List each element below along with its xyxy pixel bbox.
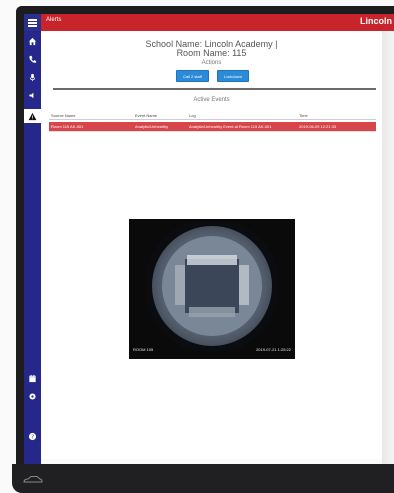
camera-room-label: ROOM 105	[133, 347, 154, 352]
alert-triangle-icon	[28, 112, 37, 120]
events-title: Active Events	[193, 97, 230, 103]
section-divider	[53, 88, 376, 90]
sidebar-item-alerts[interactable]	[24, 109, 41, 123]
svg-text:?: ?	[31, 434, 34, 440]
camera-feed[interactable]: ROOM 105 2019-07-21 1:25:22	[129, 219, 295, 359]
page-title: Alerts	[46, 17, 62, 23]
sidebar-item-home[interactable]	[24, 34, 41, 48]
brand-name: Lincoln	[360, 16, 392, 26]
event-time: 2019-06-09 12:21:33	[299, 124, 337, 129]
lockdown-button[interactable]: Lockdown	[217, 70, 249, 82]
event-name: Analytic/Unhealthy	[135, 124, 169, 129]
device-frame-left	[16, 6, 24, 466]
help-icon: ?	[28, 432, 37, 440]
sidebar-item-microphone[interactable]	[24, 70, 41, 84]
fisheye-camera-image	[144, 219, 280, 354]
camera-timestamp: 2019-07-21 1:25:22	[256, 347, 291, 352]
sidebar-item-settings[interactable]	[24, 389, 41, 403]
sidebar-item-help[interactable]: ?	[24, 429, 41, 443]
column-header-log: Log	[189, 113, 196, 118]
content-edge	[382, 31, 394, 465]
table-header-rule	[49, 119, 376, 120]
app-header: Alerts Lincoln	[24, 14, 394, 31]
call-staff-button[interactable]: Call 2 staff	[176, 70, 209, 82]
row-shadow	[49, 131, 376, 132]
column-header-source: Source Name	[51, 113, 76, 118]
speaker-icon	[29, 92, 34, 98]
calendar-icon	[29, 374, 36, 382]
sidebar-item-phone[interactable]	[24, 52, 41, 66]
column-header-time: Time	[299, 113, 308, 118]
actions-label: Actions	[201, 60, 222, 66]
event-log: Analytic/Unhealthy Event at Room 115 AK-…	[189, 124, 272, 129]
sidebar-item-calendar[interactable]	[24, 371, 41, 385]
gear-icon	[29, 392, 36, 400]
sidebar-item-speaker[interactable]	[24, 88, 41, 102]
column-header-event: Event Name	[135, 113, 158, 118]
phone-icon	[29, 55, 37, 63]
device-frame-bottom	[12, 464, 394, 493]
room-name: Room Name: 115	[176, 48, 247, 58]
home-icon	[28, 37, 37, 45]
room-scene-image	[144, 219, 280, 354]
event-source: Room 115 AK-001	[51, 124, 84, 129]
microphone-icon	[29, 73, 36, 81]
sidebar: ?	[24, 31, 41, 465]
device-frame-top	[16, 6, 394, 14]
car-icon	[23, 476, 43, 483]
main-content: School Name: Lincoln Academy | Room Name…	[41, 31, 382, 459]
menu-icon[interactable]	[24, 14, 41, 31]
